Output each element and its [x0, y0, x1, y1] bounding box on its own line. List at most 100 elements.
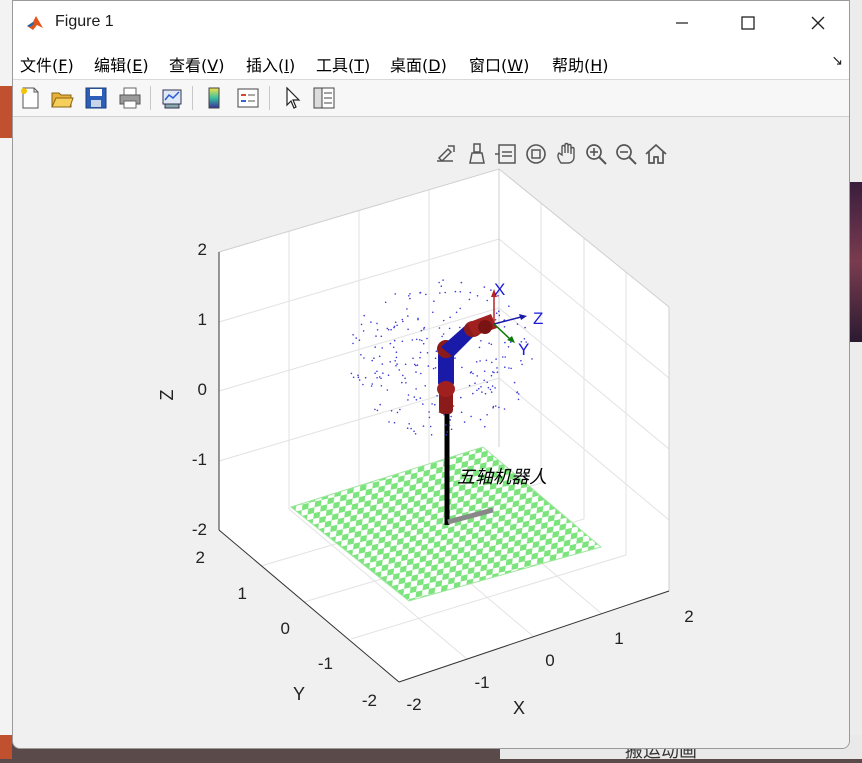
figure-toolbar	[13, 80, 849, 117]
point-cloud-dot	[481, 391, 483, 393]
x-tick-label: 0	[545, 651, 554, 670]
y-tick-label: 1	[238, 584, 247, 603]
point-cloud-dot	[420, 372, 422, 375]
point-cloud-dot	[495, 312, 498, 314]
point-cloud-dot	[490, 289, 492, 291]
point-cloud-dot	[413, 430, 415, 433]
point-cloud-dot	[472, 372, 474, 375]
menu-edit[interactable]: 编辑(E)	[94, 52, 149, 76]
point-cloud-dot	[491, 361, 493, 364]
point-cloud-dot	[442, 319, 445, 322]
minimize-icon	[676, 22, 688, 24]
point-cloud-dot	[374, 372, 376, 374]
point-cloud-dot	[360, 323, 363, 326]
point-cloud-dot	[436, 395, 438, 397]
close-button[interactable]	[783, 1, 849, 45]
point-cloud-dot	[401, 318, 404, 321]
robot-3d-plot[interactable]: X Z Y 五轴机器人 2 1 0 -1 -2 Z 2 1 0 -1 -2 Y …	[13, 117, 850, 749]
point-cloud-dot	[390, 328, 392, 331]
point-cloud-dot	[409, 293, 411, 295]
point-cloud-dot	[422, 342, 425, 345]
figure-canvas[interactable]: X Z Y 五轴机器人 2 1 0 -1 -2 Z 2 1 0 -1 -2 Y …	[13, 117, 850, 749]
point-cloud-dot	[395, 356, 398, 359]
menu-tools[interactable]: 工具(T)	[316, 52, 370, 76]
point-cloud-dot	[398, 369, 401, 371]
point-cloud-dot	[415, 371, 417, 373]
point-cloud-dot	[440, 285, 443, 287]
point-cloud-dot	[524, 326, 526, 329]
point-cloud-dot	[486, 381, 489, 384]
title-bar[interactable]: Figure 1	[13, 1, 849, 45]
point-cloud-dot	[386, 327, 389, 330]
point-cloud-dot	[507, 346, 510, 348]
point-cloud-dot	[387, 328, 390, 331]
new-figure-icon[interactable]	[17, 85, 43, 111]
point-cloud-dot	[494, 387, 496, 389]
point-cloud-dot	[472, 392, 474, 395]
point-cloud-dot	[376, 329, 379, 331]
point-cloud-dot	[350, 372, 353, 375]
point-cloud-dot	[427, 365, 430, 367]
point-cloud-dot	[409, 297, 411, 300]
point-cloud-dot	[352, 376, 355, 379]
point-cloud-dot	[426, 337, 428, 340]
menu-help[interactable]: 帮助(H)	[552, 52, 609, 76]
x-tick-label: 2	[684, 607, 693, 626]
menu-view[interactable]: 查看(V)	[169, 52, 224, 76]
menu-window[interactable]: 窗口(W)	[469, 52, 529, 76]
point-cloud-dot	[450, 428, 453, 431]
point-cloud-dot	[463, 421, 466, 423]
point-cloud-dot	[407, 394, 410, 396]
colorbar-icon[interactable]	[201, 85, 227, 111]
point-cloud-dot	[396, 363, 398, 365]
point-cloud-dot	[404, 377, 406, 380]
point-cloud-dot	[491, 385, 494, 387]
point-cloud-dot	[494, 405, 497, 407]
link-plot-icon[interactable]	[159, 85, 185, 111]
point-cloud-dot	[504, 341, 506, 344]
print-icon[interactable]	[117, 85, 143, 111]
point-cloud-dot	[429, 425, 432, 428]
point-cloud-dot	[419, 356, 421, 359]
point-cloud-dot	[404, 363, 407, 366]
point-cloud-dot	[408, 295, 410, 297]
point-cloud-dot	[407, 315, 409, 317]
point-cloud-dot	[376, 322, 378, 325]
point-cloud-dot	[444, 291, 447, 294]
minimize-button[interactable]	[647, 1, 717, 45]
point-cloud-dot	[419, 351, 422, 354]
pointer-icon[interactable]	[279, 85, 305, 111]
point-cloud-dot	[402, 374, 404, 377]
point-cloud-dot	[406, 308, 408, 310]
point-cloud-dot	[423, 326, 426, 329]
point-cloud-dot	[376, 370, 378, 373]
point-cloud-dot	[382, 372, 384, 374]
save-icon[interactable]	[83, 85, 109, 111]
point-cloud-dot	[459, 326, 461, 329]
y-tick-label: 0	[281, 619, 290, 638]
menu-insert[interactable]: 插入(I)	[246, 52, 295, 76]
point-cloud-dot	[380, 377, 382, 380]
x-tick-label: -2	[406, 695, 421, 714]
point-cloud-dot	[476, 375, 479, 377]
point-cloud-dot	[487, 386, 490, 389]
dock-arrow-icon[interactable]: ↘	[831, 53, 843, 69]
point-cloud-dot	[459, 291, 462, 293]
point-cloud-dot	[460, 411, 463, 414]
legend-icon[interactable]	[235, 85, 261, 111]
point-cloud-dot	[387, 374, 390, 377]
property-editor-icon[interactable]	[311, 85, 337, 111]
open-file-icon[interactable]	[49, 85, 75, 111]
point-cloud-dot	[496, 371, 499, 373]
point-cloud-dot	[373, 357, 375, 359]
menu-file[interactable]: 文件(F)	[20, 52, 74, 76]
point-cloud-dot	[434, 403, 436, 406]
point-cloud-dot	[419, 339, 421, 341]
point-cloud-dot	[504, 366, 506, 368]
menu-desktop[interactable]: 桌面(D)	[390, 52, 447, 76]
point-cloud-dot	[442, 333, 445, 335]
point-cloud-dot	[415, 399, 418, 401]
point-cloud-dot	[445, 434, 448, 436]
point-cloud-dot	[478, 346, 481, 349]
maximize-button[interactable]	[713, 1, 783, 45]
